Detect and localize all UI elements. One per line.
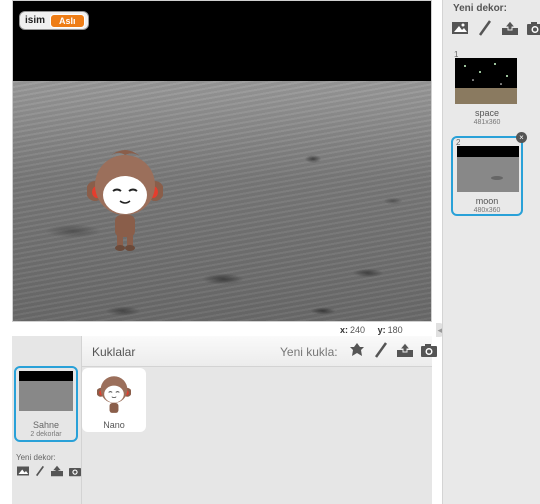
stage-thumbnail-image bbox=[19, 371, 73, 411]
backdrop-size: 481x360 bbox=[473, 119, 501, 126]
backdrop-size: 480x360 bbox=[473, 207, 501, 214]
paintbrush-icon[interactable] bbox=[34, 465, 46, 477]
paintbrush-icon[interactable] bbox=[476, 20, 494, 36]
backdrop-panel: Yeni dekor: 1 space 481x360 2 × moon 480… bbox=[442, 0, 540, 504]
landscape-icon[interactable] bbox=[16, 465, 30, 477]
sprite-tile-nano[interactable]: Nano bbox=[82, 368, 146, 432]
y-label: y: bbox=[377, 325, 386, 335]
sprite-nano-on-stage[interactable] bbox=[87, 141, 163, 253]
stage-new-backdrop-tools bbox=[16, 465, 82, 477]
variable-value: Aslı bbox=[50, 13, 85, 28]
sprite-pane: Sahne 2 dekorlar Yeni dekor: Kuklalar Ye… bbox=[12, 336, 437, 504]
stage-backdrop-count: 2 dekorlar bbox=[30, 431, 62, 438]
stage-moon-ground bbox=[13, 81, 431, 321]
backdrop-item-space[interactable]: 1 space 481x360 bbox=[451, 50, 523, 130]
stage-name: Sahne bbox=[32, 420, 60, 430]
upload-icon[interactable] bbox=[50, 465, 64, 477]
variable-name: isim bbox=[25, 15, 46, 26]
camera-icon[interactable] bbox=[526, 20, 540, 36]
camera-icon[interactable] bbox=[420, 342, 438, 358]
paintbrush-icon[interactable] bbox=[372, 342, 390, 358]
backdrop-name: moon bbox=[475, 196, 499, 206]
backdrop-thumbnail-space bbox=[455, 58, 517, 104]
backdrop-name: space bbox=[474, 108, 500, 118]
stage[interactable]: isim Aslı bbox=[12, 0, 432, 322]
upload-icon[interactable] bbox=[396, 342, 414, 358]
new-backdrop-tools bbox=[451, 20, 540, 36]
sprite-name: Nano bbox=[103, 420, 125, 430]
variable-monitor[interactable]: isim Aslı bbox=[19, 11, 89, 30]
x-label: x: bbox=[340, 325, 349, 335]
sprite-header-bar: Kuklalar Yeni kukla: bbox=[82, 336, 437, 367]
backdrop-item-moon[interactable]: 2 × moon 480x360 bbox=[451, 132, 527, 216]
camera-icon[interactable] bbox=[68, 465, 82, 477]
delete-icon[interactable]: × bbox=[516, 132, 527, 143]
sprite-library-icon[interactable] bbox=[348, 342, 366, 358]
stage-column: Sahne 2 dekorlar Yeni dekor: bbox=[12, 336, 82, 504]
stage-thumbnail-item[interactable]: Sahne 2 dekorlar bbox=[14, 366, 78, 442]
mouse-coordinates: x: 240 y: 180 bbox=[340, 325, 413, 335]
sprites-title: Kuklalar bbox=[92, 345, 136, 359]
x-value: 240 bbox=[350, 325, 366, 335]
new-backdrop-title: Yeni dekor: bbox=[453, 3, 507, 14]
new-sprite-label: Yeni kukla: bbox=[280, 345, 338, 359]
new-backdrop-label: Yeni dekor: bbox=[16, 453, 56, 462]
y-value: 180 bbox=[387, 325, 403, 335]
landscape-icon[interactable] bbox=[451, 20, 469, 36]
upload-icon[interactable] bbox=[501, 20, 519, 36]
backdrop-thumbnail-moon bbox=[457, 146, 519, 192]
new-sprite-tools bbox=[348, 342, 438, 358]
sprite-thumbnail-nano bbox=[97, 376, 131, 413]
